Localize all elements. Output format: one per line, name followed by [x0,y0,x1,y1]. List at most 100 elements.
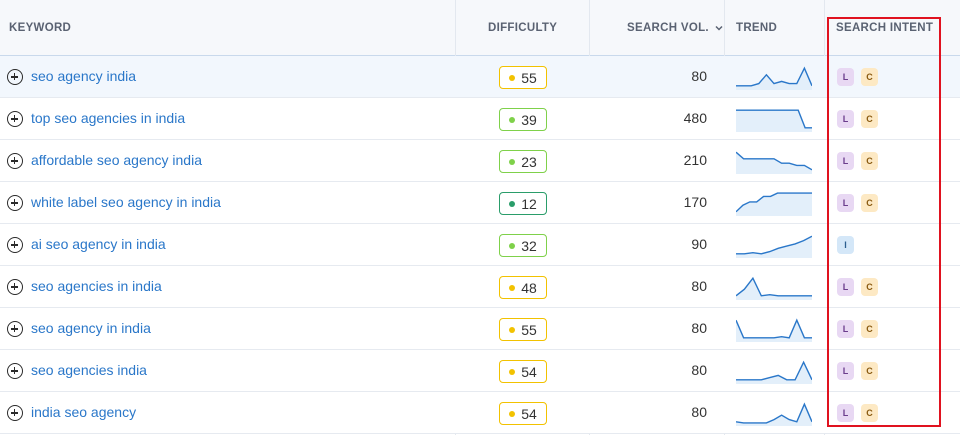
search-volume-value: 90 [691,236,707,252]
difficulty-badge: 32 [499,234,547,257]
trend-area [736,110,812,132]
intent-badge-c: C [861,152,878,170]
difficulty-dot-icon [509,284,516,291]
add-keyword-plus-icon[interactable] [7,69,23,85]
trend-sparkline [736,109,812,132]
difficulty-badge: 12 [499,192,547,215]
add-keyword-plus-icon[interactable] [7,195,23,211]
difficulty-dot-icon [509,368,516,375]
trend-sparkline [736,360,812,384]
difficulty-value: 54 [521,405,537,422]
intent-badge-c: C [861,110,878,128]
trend-area [736,320,812,342]
keyword-link[interactable]: seo agency india [31,68,136,84]
trend-area [736,362,812,384]
intent-badge-l: L [837,152,854,170]
trend-sparkline [736,318,812,342]
trend-area [736,193,812,216]
search-volume-value: 80 [691,320,707,336]
table-row[interactable]: white label seo agency in india 12 170 L C [0,182,960,224]
keyword-link[interactable]: seo agencies india [31,362,147,378]
header-search-intent[interactable]: SEARCH INTENT [836,0,933,56]
add-keyword-plus-icon[interactable] [7,405,23,421]
intent-badge-c: C [861,320,878,338]
intent-badge-c: C [861,404,878,422]
difficulty-badge: 23 [499,150,547,173]
difficulty-value: 32 [521,237,537,254]
keyword-link[interactable]: seo agencies in india [31,278,162,294]
difficulty-value: 54 [521,363,537,380]
search-volume-value: 170 [683,194,707,210]
difficulty-badge: 39 [499,108,547,131]
difficulty-value: 55 [521,69,537,86]
add-keyword-plus-icon[interactable] [7,111,23,127]
intent-badge-i: I [837,236,854,254]
table-row[interactable]: seo agencies in india 48 80 L C [0,266,960,308]
intent-badge-l: L [837,194,854,212]
intent-badge-l: L [837,320,854,338]
trend-area [736,152,812,174]
difficulty-badge: 55 [499,318,547,341]
keyword-link[interactable]: india seo agency [31,404,136,420]
table-header: KEYWORD DIFFICULTY SEARCH VOL. TREND SEA… [0,0,960,56]
keyword-link[interactable]: white label seo agency in india [31,194,221,210]
difficulty-badge: 54 [499,360,547,383]
intent-badge-c: C [861,362,878,380]
table-row[interactable]: india seo agency 54 80 L C [0,392,960,434]
intent-badge-l: L [837,68,854,86]
header-search-volume-label: SEARCH VOL. [627,22,709,34]
difficulty-value: 12 [521,195,537,212]
trend-sparkline [736,276,812,300]
trend-sparkline [736,235,812,258]
difficulty-badge: 48 [499,276,547,299]
table-row[interactable]: seo agencies india 54 80 L C [0,350,960,392]
table-row[interactable]: affordable seo agency india 23 210 L C [0,140,960,182]
intent-badge-l: L [837,110,854,128]
difficulty-value: 39 [521,111,537,128]
intent-badge-l: L [837,278,854,296]
trend-sparkline [736,151,812,174]
table-row[interactable]: seo agency india 55 80 L C [0,56,960,98]
chevron-down-icon [715,25,723,31]
search-volume-value: 80 [691,404,707,420]
add-keyword-plus-icon[interactable] [7,321,23,337]
keyword-link[interactable]: seo agency in india [31,320,151,336]
intent-badge-l: L [837,362,854,380]
difficulty-value: 55 [521,321,537,338]
header-search-volume[interactable]: SEARCH VOL. [627,0,724,56]
keyword-table: KEYWORD DIFFICULTY SEARCH VOL. TREND SEA… [0,0,960,435]
keyword-link[interactable]: affordable seo agency india [31,152,202,168]
trend-area [736,278,812,300]
intent-badge-c: C [861,68,878,86]
search-volume-value: 210 [683,152,707,168]
difficulty-dot-icon [509,116,516,123]
keyword-link[interactable]: ai seo agency in india [31,236,166,252]
difficulty-dot-icon [509,242,516,249]
intent-badge-c: C [861,194,878,212]
add-keyword-plus-icon[interactable] [7,279,23,295]
difficulty-dot-icon [509,74,516,81]
add-keyword-plus-icon[interactable] [7,237,23,253]
search-volume-value: 80 [691,278,707,294]
difficulty-badge: 55 [499,66,547,89]
header-keyword[interactable]: KEYWORD [9,0,71,56]
trend-sparkline [736,192,812,216]
header-difficulty[interactable]: DIFFICULTY [488,0,557,56]
intent-badge-l: L [837,404,854,422]
add-keyword-plus-icon[interactable] [7,363,23,379]
difficulty-dot-icon [509,158,516,165]
table-row[interactable]: ai seo agency in india 32 90 I [0,224,960,266]
difficulty-dot-icon [509,410,516,417]
trend-area [736,68,812,90]
trend-sparkline [736,402,812,426]
table-row[interactable]: seo agency in india 55 80 L C [0,308,960,350]
table-row[interactable]: top seo agencies in india 39 480 L C [0,98,960,140]
search-volume-value: 480 [683,110,707,126]
difficulty-badge: 54 [499,402,547,425]
keyword-link[interactable]: top seo agencies in india [31,110,185,126]
search-volume-value: 80 [691,362,707,378]
difficulty-value: 48 [521,279,537,296]
difficulty-value: 23 [521,153,537,170]
add-keyword-plus-icon[interactable] [7,153,23,169]
header-trend[interactable]: TREND [736,0,777,56]
